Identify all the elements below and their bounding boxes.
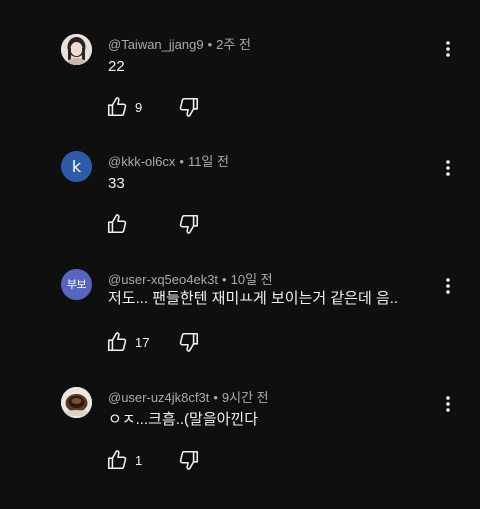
comment-author[interactable]: @Taiwan_jjang9 bbox=[108, 37, 204, 52]
comment-text: 22 bbox=[108, 58, 125, 75]
comment-time[interactable]: 2주 전 bbox=[216, 37, 251, 52]
comment-meta: @Taiwan_jjang9 • 2주 전 bbox=[108, 37, 251, 53]
thumbs-up-icon bbox=[106, 213, 128, 235]
thumbs-down-icon bbox=[178, 331, 200, 353]
comment-actions: 9 bbox=[106, 95, 199, 119]
avatar[interactable]: 부보 bbox=[61, 269, 92, 300]
comment-item: @user-uz4jk8cf3t • 9시간 전 ㅇㅈ...크흠..(말을아낀다 1 bbox=[0, 386, 480, 504]
more-options-button[interactable] bbox=[438, 392, 458, 416]
comment-item: k @kkk-ol6cx • 11일 전 33 bbox=[0, 150, 480, 268]
more-vert-icon bbox=[445, 395, 451, 413]
comment-text: ㅇㅈ...크흠..(말을아낀다 bbox=[108, 411, 259, 428]
meta-separator: • bbox=[207, 37, 213, 52]
comment-author[interactable]: @user-xq5eo4ek3t bbox=[108, 272, 218, 287]
comment-time[interactable]: 11일 전 bbox=[188, 154, 229, 169]
more-options-button[interactable] bbox=[438, 156, 458, 180]
more-vert-icon bbox=[445, 159, 451, 177]
dislike-button[interactable] bbox=[178, 213, 200, 235]
avatar-letter: 부보 bbox=[66, 278, 87, 291]
comment-author[interactable]: @user-uz4jk8cf3t bbox=[108, 390, 209, 405]
like-count: 1 bbox=[135, 452, 143, 468]
meta-separator: • bbox=[179, 154, 184, 169]
comment-meta: @kkk-ol6cx • 11일 전 bbox=[108, 154, 229, 170]
comment-meta: @user-xq5eo4ek3t • 10일 전 bbox=[108, 272, 273, 288]
meta-separator: • bbox=[213, 390, 218, 405]
comment-actions: 17 bbox=[106, 330, 199, 354]
dislike-button[interactable] bbox=[178, 96, 200, 118]
comment-actions bbox=[106, 212, 199, 236]
comment-actions: 1 bbox=[106, 448, 199, 472]
avatar-letter: k bbox=[71, 156, 82, 176]
comment-time[interactable]: 10일 전 bbox=[231, 272, 273, 287]
thumbs-up-icon bbox=[106, 449, 128, 471]
comment-text: 저도... 팬들한텐 재미ㅛ게 보이는거 같은데 음.. bbox=[108, 290, 399, 307]
avatar[interactable] bbox=[61, 34, 92, 65]
dislike-button[interactable] bbox=[178, 449, 200, 471]
comment-meta: @user-uz4jk8cf3t • 9시간 전 bbox=[108, 390, 269, 406]
more-vert-icon bbox=[445, 40, 451, 58]
thumbs-up-icon bbox=[106, 331, 128, 353]
thumbs-down-icon bbox=[178, 96, 200, 118]
like-button[interactable] bbox=[106, 213, 165, 235]
avatar-photo-icon bbox=[61, 387, 92, 418]
comment-text: 33 bbox=[108, 175, 125, 192]
avatar[interactable]: k bbox=[61, 151, 92, 182]
comment-time[interactable]: 9시간 전 bbox=[222, 390, 269, 405]
thumbs-down-icon bbox=[178, 213, 200, 235]
like-button[interactable]: 1 bbox=[106, 449, 165, 471]
thumbs-up-icon bbox=[106, 96, 128, 118]
like-button[interactable]: 17 bbox=[106, 331, 165, 353]
like-count: 9 bbox=[135, 99, 143, 115]
like-count: 17 bbox=[135, 334, 150, 350]
more-options-button[interactable] bbox=[438, 274, 458, 298]
avatar-photo-icon bbox=[61, 34, 92, 65]
comment-item: @Taiwan_jjang9 • 2주 전 22 9 bbox=[0, 33, 480, 151]
meta-separator: • bbox=[222, 272, 227, 287]
thumbs-down-icon bbox=[178, 449, 200, 471]
comment-item: 부보 @user-xq5eo4ek3t • 10일 전 저도... 팬들한텐 재미ㅛ… bbox=[0, 268, 480, 386]
avatar[interactable] bbox=[61, 387, 92, 418]
comment-author[interactable]: @kkk-ol6cx bbox=[108, 154, 175, 169]
more-vert-icon bbox=[445, 277, 451, 295]
dislike-button[interactable] bbox=[178, 331, 200, 353]
more-options-button[interactable] bbox=[438, 37, 458, 61]
like-button[interactable]: 9 bbox=[106, 96, 165, 118]
